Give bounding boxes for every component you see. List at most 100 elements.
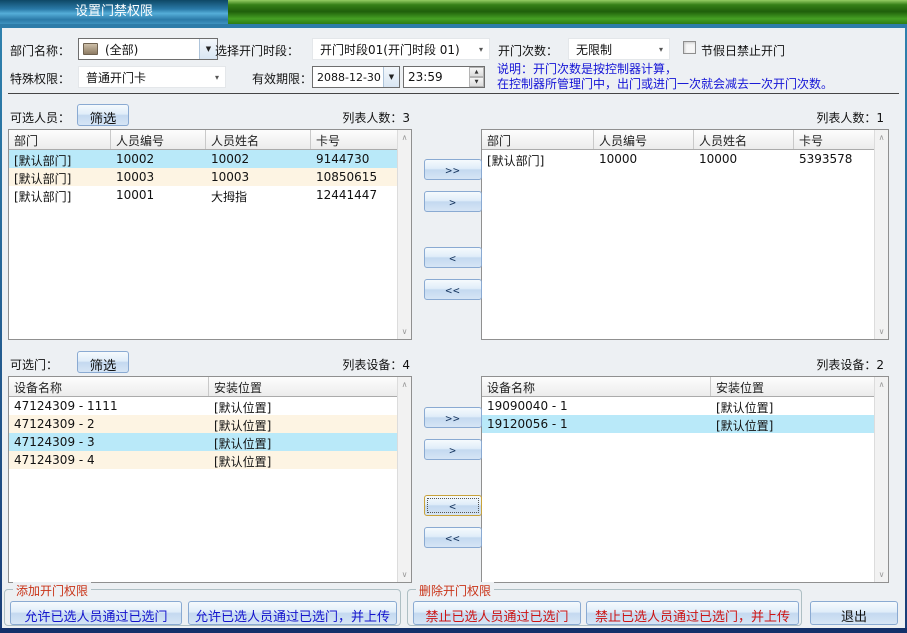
titlebar-underline [0, 24, 907, 28]
door-row[interactable]: 47124309 - 1111 [默认位置] [9, 397, 397, 415]
column-header-person-name[interactable]: 人员姓名 [206, 130, 311, 149]
valid-time-spinner[interactable]: 23:59 ▲ ▼ [403, 66, 485, 88]
person-row[interactable]: [默认部门] 10003 10003 10850615 [9, 168, 397, 186]
department-combo[interactable]: (全部) ▼ [78, 38, 218, 60]
column-header-device-name[interactable]: 设备名称 [482, 377, 711, 396]
open-times-value: 无限制 [569, 41, 612, 58]
cell-install-location: [默认位置] [209, 397, 397, 415]
cell-department: [默认部门] [9, 168, 111, 186]
exit-button[interactable]: 退出 [810, 601, 898, 625]
holiday-forbid-checkbox[interactable] [683, 41, 696, 54]
note-line-2: 在控制器所管理门中，出门或进门一次就会减去一次开门次数。 [497, 77, 833, 91]
valid-period-label: 有效期限： [252, 70, 312, 87]
open-period-label: 选择开门时段： [215, 42, 299, 59]
door-row[interactable]: 47124309 - 3 [默认位置] [9, 433, 397, 451]
door-row[interactable]: 19120056 - 1 [默认位置] [482, 415, 874, 433]
cell-card-no: 9144730 [311, 150, 397, 168]
doors-move-all-left-button[interactable]: << [424, 527, 482, 548]
open-period-combo[interactable]: 开门时段01(开门时段 01) ▾ [312, 38, 490, 60]
cell-person-id: 10002 [111, 150, 206, 168]
doors-move-left-button[interactable]: < [424, 495, 482, 516]
scroll-down-icon[interactable]: ∨ [875, 570, 888, 579]
vertical-scrollbar[interactable]: ∧ ∨ [397, 130, 411, 339]
window-left-edge [0, 28, 2, 628]
spin-down-icon[interactable]: ▼ [469, 77, 484, 87]
cell-install-location: [默认位置] [209, 433, 397, 451]
cell-person-name: 大拇指 [206, 186, 311, 204]
doors-filter-button[interactable]: 筛选 [77, 351, 129, 373]
spin-up-icon[interactable]: ▲ [469, 67, 484, 77]
door-row[interactable]: 47124309 - 4 [默认位置] [9, 451, 397, 469]
available-persons-count: 列表人数：3 [250, 109, 410, 126]
available-doors-label: 可选门： [10, 356, 58, 373]
table-header: 部门 人员编号 人员姓名 卡号 [482, 130, 874, 150]
scroll-down-icon[interactable]: ∨ [398, 570, 411, 579]
person-row[interactable]: [默认部门] 10001 大拇指 12441447 [9, 186, 397, 204]
calendar-dropdown-icon: ▼ [383, 67, 399, 87]
available-doors-table[interactable]: 设备名称 安装位置 47124309 - 1111 [默认位置] 4712430… [8, 376, 412, 583]
cell-person-id: 10000 [594, 150, 694, 168]
department-combo-value: (全部) [98, 41, 138, 58]
scroll-down-icon[interactable]: ∨ [875, 327, 888, 336]
set-door-permission-dialog: 设置门禁权限 部门名称： (全部) ▼ 选择开门时段： 开门时段01(开门时段 … [0, 0, 907, 633]
column-header-person-id[interactable]: 人员编号 [594, 130, 694, 149]
deny-selected-button[interactable]: 禁止已选人员通过已选门 [413, 601, 581, 625]
persons-move-left-button[interactable]: < [424, 247, 482, 268]
vertical-scrollbar[interactable]: ∧ ∨ [397, 377, 411, 582]
spinner-buttons[interactable]: ▲ ▼ [469, 67, 484, 87]
scroll-up-icon[interactable]: ∧ [875, 133, 888, 142]
doors-move-right-button[interactable]: > [424, 439, 482, 460]
doors-move-all-right-button[interactable]: >> [424, 407, 482, 428]
cell-install-location: [默认位置] [209, 415, 397, 433]
scroll-down-icon[interactable]: ∨ [398, 327, 411, 336]
person-row[interactable]: [默认部门] 10002 10002 9144730 [9, 150, 397, 168]
cell-card-no: 10850615 [311, 168, 397, 186]
persons-move-all-left-button[interactable]: << [424, 279, 482, 300]
table-header: 设备名称 安装位置 [482, 377, 874, 397]
chevron-down-icon: ▾ [479, 45, 483, 54]
cell-person-id: 10003 [111, 168, 206, 186]
cell-install-location: [默认位置] [711, 397, 874, 415]
selected-persons-count: 列表人数：1 [724, 109, 884, 126]
persons-move-all-right-button[interactable]: >> [424, 159, 482, 180]
scroll-up-icon[interactable]: ∧ [875, 380, 888, 389]
holiday-forbid-label: 节假日禁止开门 [701, 42, 785, 59]
allow-selected-upload-button[interactable]: 允许已选人员通过已选门，并上传 [188, 601, 397, 625]
cell-card-no: 5393578 [794, 150, 874, 168]
scroll-up-icon[interactable]: ∧ [398, 133, 411, 142]
vertical-scrollbar[interactable]: ∧ ∨ [874, 377, 888, 582]
selected-persons-table[interactable]: 部门 人员编号 人员姓名 卡号 [默认部门] 10000 10000 53935… [481, 129, 889, 340]
column-header-card-no[interactable]: 卡号 [794, 130, 874, 149]
available-persons-label: 可选人员： [10, 109, 70, 126]
valid-time-value: 23:59 [404, 70, 443, 84]
column-header-device-name[interactable]: 设备名称 [9, 377, 209, 396]
column-header-install-location[interactable]: 安装位置 [209, 377, 397, 396]
open-times-combo[interactable]: 无限制 ▾ [568, 38, 670, 60]
column-header-card-no[interactable]: 卡号 [311, 130, 397, 149]
column-header-department[interactable]: 部门 [9, 130, 111, 149]
cell-person-name: 10000 [694, 150, 794, 168]
allow-selected-button[interactable]: 允许已选人员通过已选门 [10, 601, 182, 625]
deny-selected-upload-button[interactable]: 禁止已选人员通过已选门，并上传 [586, 601, 799, 625]
door-row[interactable]: 47124309 - 2 [默认位置] [9, 415, 397, 433]
column-header-install-location[interactable]: 安装位置 [711, 377, 874, 396]
persons-filter-button[interactable]: 筛选 [77, 104, 129, 126]
door-row[interactable]: 19090040 - 1 [默认位置] [482, 397, 874, 415]
person-row[interactable]: [默认部门] 10000 10000 5393578 [482, 150, 874, 168]
cell-device-name: 19090040 - 1 [482, 397, 711, 415]
selected-doors-table[interactable]: 设备名称 安装位置 19090040 - 1 [默认位置] 19120056 -… [481, 376, 889, 583]
vertical-scrollbar[interactable]: ∧ ∨ [874, 130, 888, 339]
cell-device-name: 19120056 - 1 [482, 415, 711, 433]
column-header-person-id[interactable]: 人员编号 [111, 130, 206, 149]
available-doors-count: 列表设备：4 [250, 356, 410, 373]
special-permission-label: 特殊权限： [10, 70, 70, 87]
valid-date-picker[interactable]: 2088-12-30 ▼ [312, 66, 400, 88]
persons-move-right-button[interactable]: > [424, 191, 482, 212]
scroll-up-icon[interactable]: ∧ [398, 380, 411, 389]
special-permission-combo[interactable]: 普通开门卡 ▾ [78, 66, 226, 88]
available-persons-table[interactable]: 部门 人员编号 人员姓名 卡号 [默认部门] 10002 10002 91447… [8, 129, 412, 340]
column-header-department[interactable]: 部门 [482, 130, 594, 149]
column-header-person-name[interactable]: 人员姓名 [694, 130, 794, 149]
cell-install-location: [默认位置] [711, 415, 874, 433]
cell-department: [默认部门] [9, 150, 111, 168]
